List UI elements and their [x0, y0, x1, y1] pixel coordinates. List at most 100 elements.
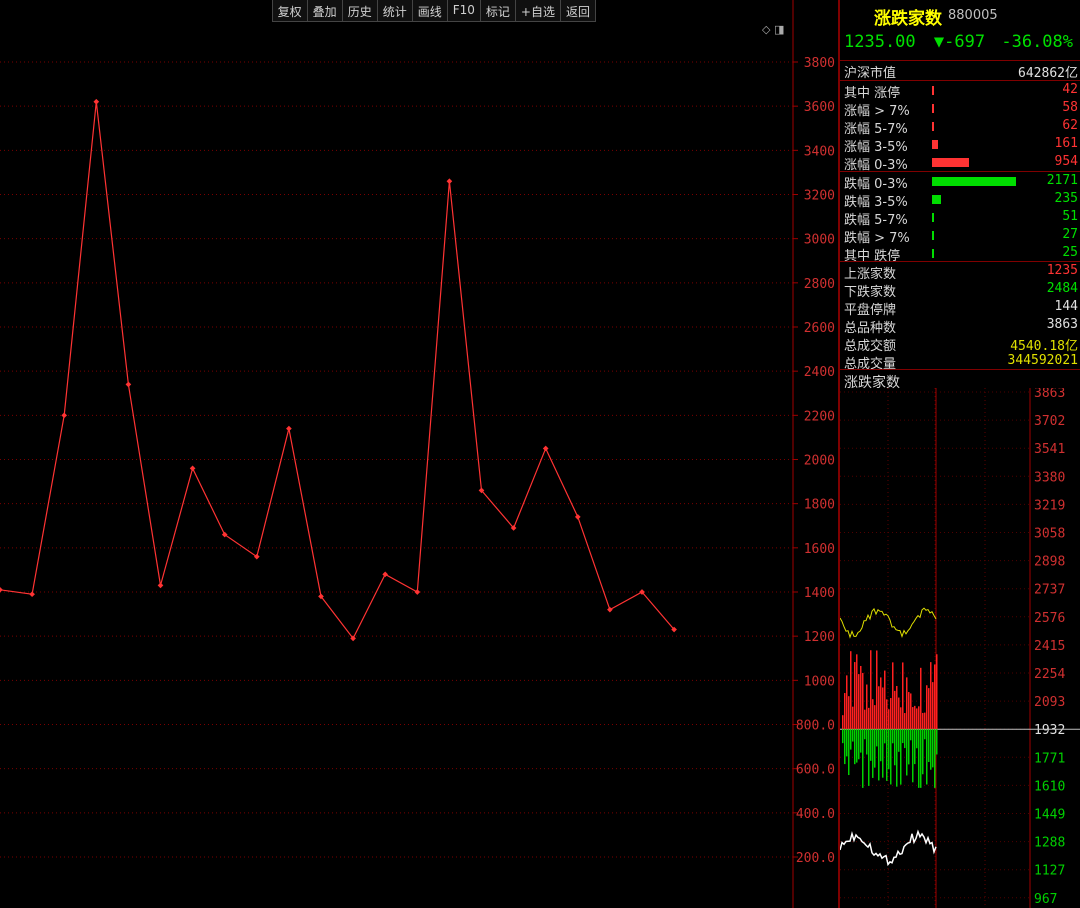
- rise-bar: [916, 708, 918, 730]
- toolbar-button-4[interactable]: 画线: [413, 0, 448, 21]
- data-point: [574, 514, 581, 520]
- stat-row: 总成交量 344592021: [844, 353, 1078, 372]
- fall-bar: [932, 729, 934, 768]
- data-point: [414, 589, 421, 595]
- fall-bar: [912, 729, 914, 783]
- stat-label: 下跌家数: [844, 285, 897, 300]
- mini-axis-label: 2254: [1034, 667, 1065, 682]
- fall-bar: [920, 729, 922, 788]
- rise-bar: [896, 685, 898, 730]
- data-point: [157, 582, 164, 589]
- fall-row: 其中 跌停 25: [844, 245, 1078, 264]
- rise-bar: [932, 682, 934, 730]
- row-label: 涨幅 > 7%: [844, 104, 910, 119]
- rise-bar: [852, 706, 854, 730]
- y-tick-label: 2800: [804, 277, 835, 292]
- data-point: [607, 606, 613, 613]
- fall-bar: [918, 729, 920, 788]
- stat-value: 2484: [1046, 281, 1078, 296]
- fall-bar: [898, 729, 900, 752]
- stat-value: 3863: [1046, 317, 1078, 332]
- y-tick-label: 3200: [804, 189, 835, 204]
- rise-bar: [882, 687, 884, 730]
- rise-bar: [860, 665, 862, 730]
- rise-bar: [924, 712, 926, 730]
- stat-value: 1235: [1046, 263, 1078, 278]
- rise-bar: [878, 686, 880, 730]
- rise-bar: [848, 696, 850, 730]
- data-point: [29, 591, 35, 598]
- data-point: [286, 425, 292, 432]
- data-point: [93, 98, 100, 105]
- y-tick-label: 2600: [804, 321, 835, 336]
- toolbar-button-2[interactable]: 历史: [343, 0, 378, 21]
- fall-row: 跌幅 3-5% 235: [844, 191, 1078, 210]
- fall-bar: [876, 729, 878, 747]
- fall-bar: [862, 729, 864, 788]
- y-tick-label: 1000: [804, 674, 835, 689]
- rise-bar: [866, 684, 868, 730]
- market-cap-label: 沪深市值: [844, 66, 897, 81]
- fall-bar: [868, 729, 870, 786]
- row-value: 2171: [1046, 173, 1078, 188]
- fall-bar: [906, 729, 908, 776]
- rise-bar: [900, 707, 902, 730]
- fall-bar: [866, 729, 868, 755]
- rise-row: 其中 涨停 42: [844, 82, 1078, 101]
- fall-bar: [936, 729, 938, 755]
- fall-bar: [874, 729, 876, 768]
- index-name: 涨跌家数: [874, 9, 942, 29]
- mini-axis-label: 1288: [1034, 836, 1065, 851]
- mini-axis-label: 3058: [1034, 527, 1065, 542]
- rise-bar: [888, 709, 890, 730]
- rise-bar: [874, 705, 876, 730]
- fall-bar: [852, 729, 854, 742]
- mini-axis-label: 3863: [1034, 388, 1065, 401]
- mini-axis-label: 1932: [1034, 723, 1065, 738]
- rise-bar: [880, 677, 882, 730]
- current-price: 1235.00: [844, 32, 916, 52]
- fall-bar: [902, 729, 904, 744]
- mini-axis-label: 1127: [1034, 864, 1065, 879]
- rise-bar: [920, 667, 922, 730]
- count-bar: [932, 140, 939, 149]
- toolbar-button-7[interactable]: +自选: [516, 0, 561, 21]
- rise-bar: [908, 692, 910, 730]
- toolbar-button-8[interactable]: 返回: [561, 0, 596, 21]
- index-code: 880005: [948, 8, 998, 23]
- quote-header: 涨跌家数 880005: [840, 0, 1080, 30]
- y-tick-label: 2200: [804, 409, 835, 424]
- mini-axis-label: 2737: [1034, 583, 1065, 598]
- row-value: 954: [1054, 154, 1078, 169]
- count-bar: [932, 195, 942, 204]
- fall-bar: [848, 729, 850, 776]
- mini-axis-label: 2415: [1034, 639, 1065, 654]
- count-bar: [932, 213, 934, 222]
- row-value: 42: [1062, 82, 1078, 97]
- rise-bar: [928, 688, 930, 730]
- fall-row: 跌幅 0-3% 2171: [844, 173, 1078, 192]
- fall-bar: [854, 729, 856, 765]
- toolbar-button-1[interactable]: 叠加: [308, 0, 343, 21]
- toolbar-button-0[interactable]: 复权: [273, 0, 308, 21]
- rise-bar: [904, 713, 906, 730]
- chart-options-icons[interactable]: ◇ ◨: [762, 23, 784, 36]
- fall-bar: [910, 729, 912, 741]
- stat-label: 平盘停牌: [844, 303, 897, 318]
- row-value: 235: [1054, 191, 1078, 206]
- stat-row: 上涨家数 1235: [844, 263, 1078, 282]
- row-label: 涨幅 3-5%: [844, 140, 908, 155]
- row-value: 51: [1062, 209, 1078, 224]
- toolbar-button-3[interactable]: 统计: [378, 0, 413, 21]
- rise-bar: [870, 650, 872, 730]
- fall-bar: [844, 729, 846, 765]
- toolbar-button-6[interactable]: 标记: [481, 0, 516, 21]
- fall-bar: [922, 729, 924, 775]
- fall-bar: [872, 729, 874, 778]
- market-cap-row: 沪深市值 642862亿: [844, 62, 1078, 81]
- mini-axis-label: 1610: [1034, 779, 1065, 794]
- rise-bar: [872, 699, 874, 730]
- fall-bar: [842, 729, 844, 744]
- toolbar-button-5[interactable]: F10: [448, 0, 481, 21]
- row-label: 跌幅 > 7%: [844, 231, 910, 246]
